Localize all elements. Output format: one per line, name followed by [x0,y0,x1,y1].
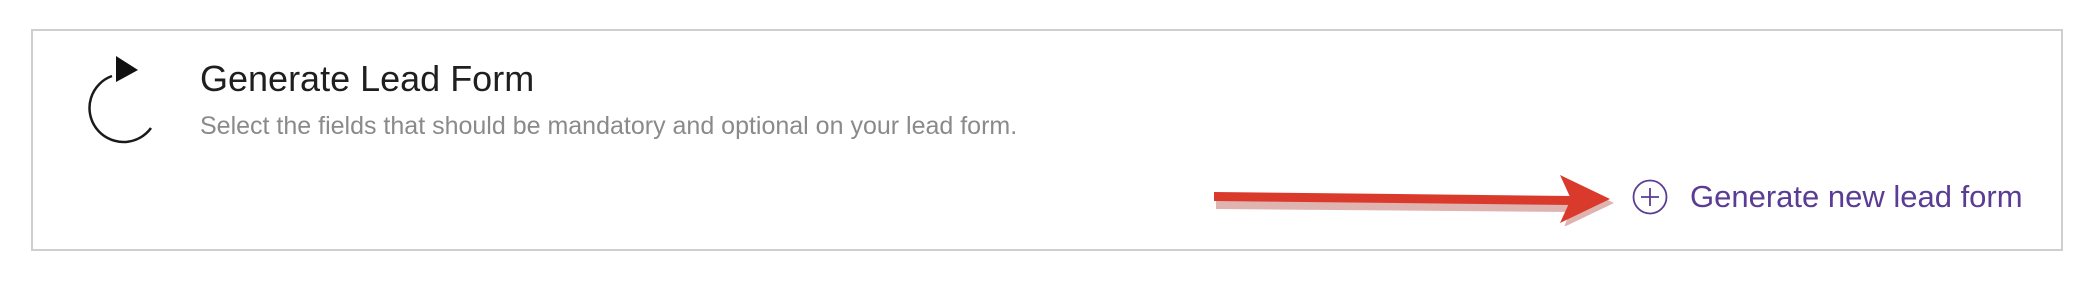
card-description: Select the fields that should be mandato… [200,112,1018,140]
card-title: Generate Lead Form [200,58,535,99]
generate-new-lead-form-button[interactable]: Generate new lead form [1632,175,2023,219]
generate-new-lead-form-label: Generate new lead form [1690,179,2023,214]
annotation-arrow [1214,175,1614,226]
refresh-icon [88,56,153,144]
plus-circle-icon [1632,179,1668,215]
